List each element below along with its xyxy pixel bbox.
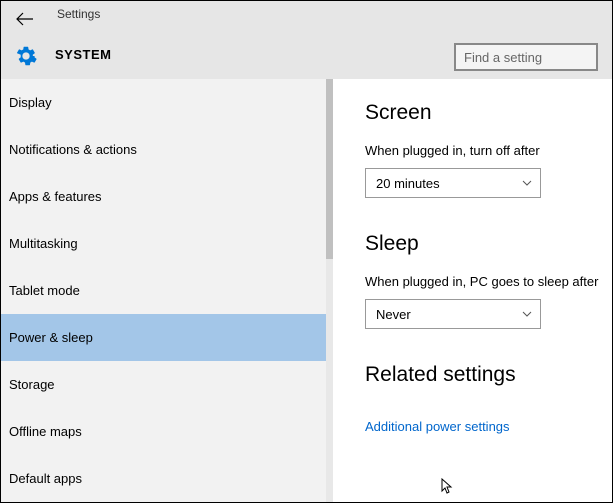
screen-off-dropdown[interactable]: 20 minutes <box>365 168 541 198</box>
sidebar-item-apps[interactable]: Apps & features <box>1 173 333 220</box>
sidebar-item-label: Display <box>9 95 52 110</box>
sidebar-item-notifications[interactable]: Notifications & actions <box>1 126 333 173</box>
cursor-icon <box>441 478 455 496</box>
sidebar-item-label: Power & sleep <box>9 330 93 345</box>
sidebar-item-multitasking[interactable]: Multitasking <box>1 220 333 267</box>
window-title: Settings <box>57 7 100 21</box>
back-button[interactable] <box>15 9 35 29</box>
sidebar-item-label: Default apps <box>9 471 82 486</box>
sidebar-item-default-apps[interactable]: Default apps <box>1 455 333 502</box>
related-heading: Related settings <box>365 363 612 387</box>
screen-heading: Screen <box>365 101 612 125</box>
arrow-left-icon <box>16 12 34 26</box>
sleep-dropdown[interactable]: Never <box>365 299 541 329</box>
chevron-down-icon <box>522 178 532 188</box>
screen-off-label: When plugged in, turn off after <box>365 143 612 158</box>
sidebar-list: Display Notifications & actions Apps & f… <box>1 79 333 502</box>
gear-icon <box>15 45 37 67</box>
sidebar: Display Notifications & actions Apps & f… <box>1 79 333 502</box>
sidebar-item-label: Tablet mode <box>9 283 80 298</box>
chevron-down-icon <box>522 309 532 319</box>
sidebar-item-power-sleep[interactable]: Power & sleep <box>1 314 333 361</box>
sidebar-item-label: Multitasking <box>9 236 78 251</box>
content: Display Notifications & actions Apps & f… <box>1 79 612 502</box>
sleep-label: When plugged in, PC goes to sleep after <box>365 274 612 289</box>
additional-power-settings-link[interactable]: Additional power settings <box>365 419 510 434</box>
sidebar-item-display[interactable]: Display <box>1 79 333 126</box>
dropdown-value: Never <box>376 307 411 322</box>
sidebar-item-offline-maps[interactable]: Offline maps <box>1 408 333 455</box>
header: Settings SYSTEM <box>1 1 612 79</box>
sidebar-item-label: Apps & features <box>9 189 102 204</box>
sidebar-item-storage[interactable]: Storage <box>1 361 333 408</box>
scrollbar-thumb[interactable] <box>326 79 333 259</box>
sidebar-item-label: Offline maps <box>9 424 82 439</box>
scrollbar-track[interactable] <box>326 79 333 502</box>
section-label: SYSTEM <box>55 47 111 62</box>
sidebar-item-label: Storage <box>9 377 55 392</box>
main-panel: Screen When plugged in, turn off after 2… <box>333 79 612 502</box>
search-input[interactable] <box>454 43 598 71</box>
sleep-heading: Sleep <box>365 232 612 256</box>
dropdown-value: 20 minutes <box>376 176 440 191</box>
sidebar-item-label: Notifications & actions <box>9 142 137 157</box>
sidebar-item-tablet-mode[interactable]: Tablet mode <box>1 267 333 314</box>
